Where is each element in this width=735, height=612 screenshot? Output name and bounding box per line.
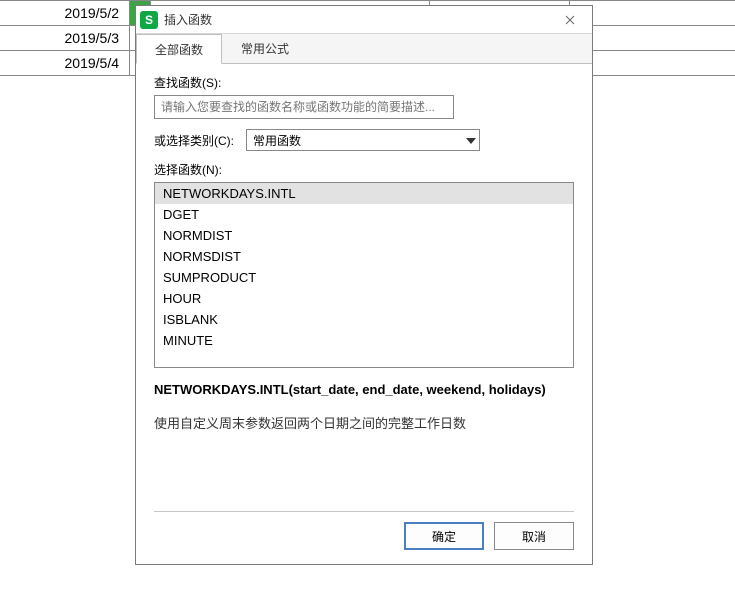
list-item[interactable]: NORMDIST (155, 225, 573, 246)
list-label: 选择函数(N): (154, 161, 574, 178)
close-icon (565, 15, 575, 25)
insert-function-dialog: S 插入函数 全部函数 常用公式 查找函数(S): 或选择类别(C): 常用函数… (135, 5, 593, 565)
list-item[interactable]: DGET (155, 204, 573, 225)
search-input[interactable] (154, 95, 454, 119)
list-item[interactable]: HOUR (155, 288, 573, 309)
search-label: 查找函数(S): (154, 74, 574, 91)
function-signature: NETWORKDAYS.INTL(start_date, end_date, w… (154, 382, 574, 397)
date-cell[interactable]: 2019/5/4 (0, 51, 130, 75)
category-label: 或选择类别(C): (154, 132, 234, 149)
category-field[interactable]: 常用函数 (246, 129, 480, 151)
dialog-footer: 确定 取消 (136, 522, 592, 564)
date-cell[interactable]: 2019/5/3 (0, 26, 130, 50)
cancel-button[interactable]: 取消 (494, 522, 574, 550)
date-cell[interactable]: 2019/5/2 (0, 1, 130, 25)
ok-button[interactable]: 确定 (404, 522, 484, 550)
list-item[interactable]: NORMSDIST (155, 246, 573, 267)
tab-bar: 全部函数 常用公式 (136, 34, 592, 64)
function-listbox[interactable]: NETWORKDAYS.INTL DGET NORMDIST NORMSDIST… (154, 182, 574, 368)
close-button[interactable] (552, 9, 588, 31)
tab-all-functions[interactable]: 全部函数 (136, 34, 222, 64)
list-item[interactable]: NETWORKDAYS.INTL (155, 183, 573, 204)
separator (154, 511, 574, 512)
list-item[interactable]: MINUTE (155, 330, 573, 351)
list-item[interactable]: SUMPRODUCT (155, 267, 573, 288)
function-description: 使用自定义周末参数返回两个日期之间的完整工作日数 (154, 413, 574, 432)
dialog-title: 插入函数 (164, 11, 552, 28)
app-icon: S (140, 11, 158, 29)
tab-common-formulas[interactable]: 常用公式 (222, 34, 308, 63)
dialog-titlebar: S 插入函数 (136, 6, 592, 34)
list-item[interactable]: ISBLANK (155, 309, 573, 330)
category-select[interactable]: 常用函数 (246, 129, 480, 151)
dialog-content: 查找函数(S): 或选择类别(C): 常用函数 选择函数(N): NETWORK… (136, 64, 592, 522)
